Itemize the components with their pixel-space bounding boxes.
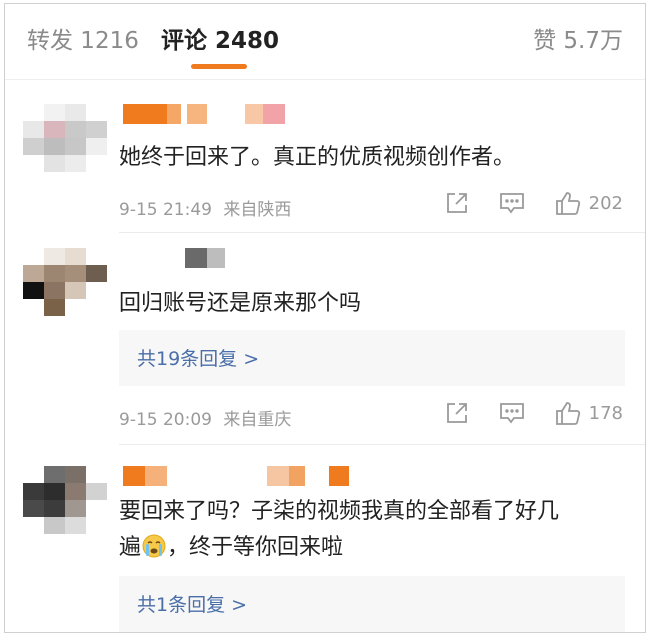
- comment-source: 来自陕西: [223, 200, 292, 220]
- active-tab-indicator: [191, 64, 247, 69]
- comment-text: 要回来了吗？子柒的视频我真的全部看了好几: [119, 499, 560, 524]
- like-button[interactable]: 178: [555, 400, 623, 426]
- username-blurred[interactable]: [123, 466, 353, 486]
- username-blurred[interactable]: [185, 248, 225, 268]
- replies-box[interactable]: 共1条回复 >: [119, 576, 625, 632]
- like-count: 178: [588, 402, 623, 424]
- tab-like[interactable]: 赞 5.7万: [533, 26, 623, 56]
- comment-icon: [499, 403, 524, 424]
- avatar[interactable]: [23, 466, 107, 534]
- like-icon: [555, 192, 580, 215]
- divider: [119, 232, 645, 233]
- like-icon: [555, 402, 580, 425]
- comment-text-part: ，终于等你回来啦: [167, 535, 344, 560]
- comment-actions: 202: [445, 188, 623, 218]
- comment-source: 来自重庆: [223, 410, 292, 430]
- comment-text: 回归账号还是原来那个吗: [119, 291, 362, 316]
- view-replies-link[interactable]: 共19条回复 >: [137, 344, 259, 371]
- comment-time: 9-15 21:49: [119, 200, 212, 220]
- comment-button[interactable]: [499, 401, 525, 425]
- comment-meta: 9-15 21:49 来自陕西: [119, 195, 291, 220]
- crying-emoji-icon: [141, 533, 167, 559]
- view-replies-link[interactable]: 共1条回复 >: [137, 590, 247, 617]
- like-count: 202: [588, 192, 623, 214]
- avatar[interactable]: [23, 104, 107, 172]
- comment-actions: 178: [445, 398, 623, 428]
- share-button[interactable]: [445, 401, 469, 425]
- like-button[interactable]: 202: [555, 190, 623, 216]
- replies-box[interactable]: 共19条回复 >: [119, 330, 625, 386]
- comment-text: 她终于回来了。真正的优质视频创作者。: [119, 145, 516, 170]
- comment-text-line2: 遍 ，终于等你回来啦: [119, 530, 343, 566]
- comment-time: 9-15 20:09: [119, 410, 212, 430]
- divider: [119, 444, 645, 445]
- share-button[interactable]: [445, 191, 469, 215]
- share-icon: [446, 193, 467, 213]
- username-blurred[interactable]: [123, 104, 293, 124]
- tab-bar: 转发 1216 评论 2480 赞 5.7万: [5, 4, 645, 80]
- tab-comment[interactable]: 评论 2480: [161, 26, 279, 56]
- comment-meta: 9-15 20:09 来自重庆: [119, 405, 291, 430]
- comment-icon: [499, 193, 524, 214]
- comment-text-part: 遍: [119, 535, 142, 560]
- comment-panel: 转发 1216 评论 2480 赞 5.7万 她终于回来了。真正的优质视频创作者…: [4, 3, 646, 633]
- tab-repost[interactable]: 转发 1216: [27, 26, 139, 56]
- share-icon: [446, 403, 467, 423]
- comment-button[interactable]: [499, 191, 525, 215]
- avatar[interactable]: [23, 248, 107, 316]
